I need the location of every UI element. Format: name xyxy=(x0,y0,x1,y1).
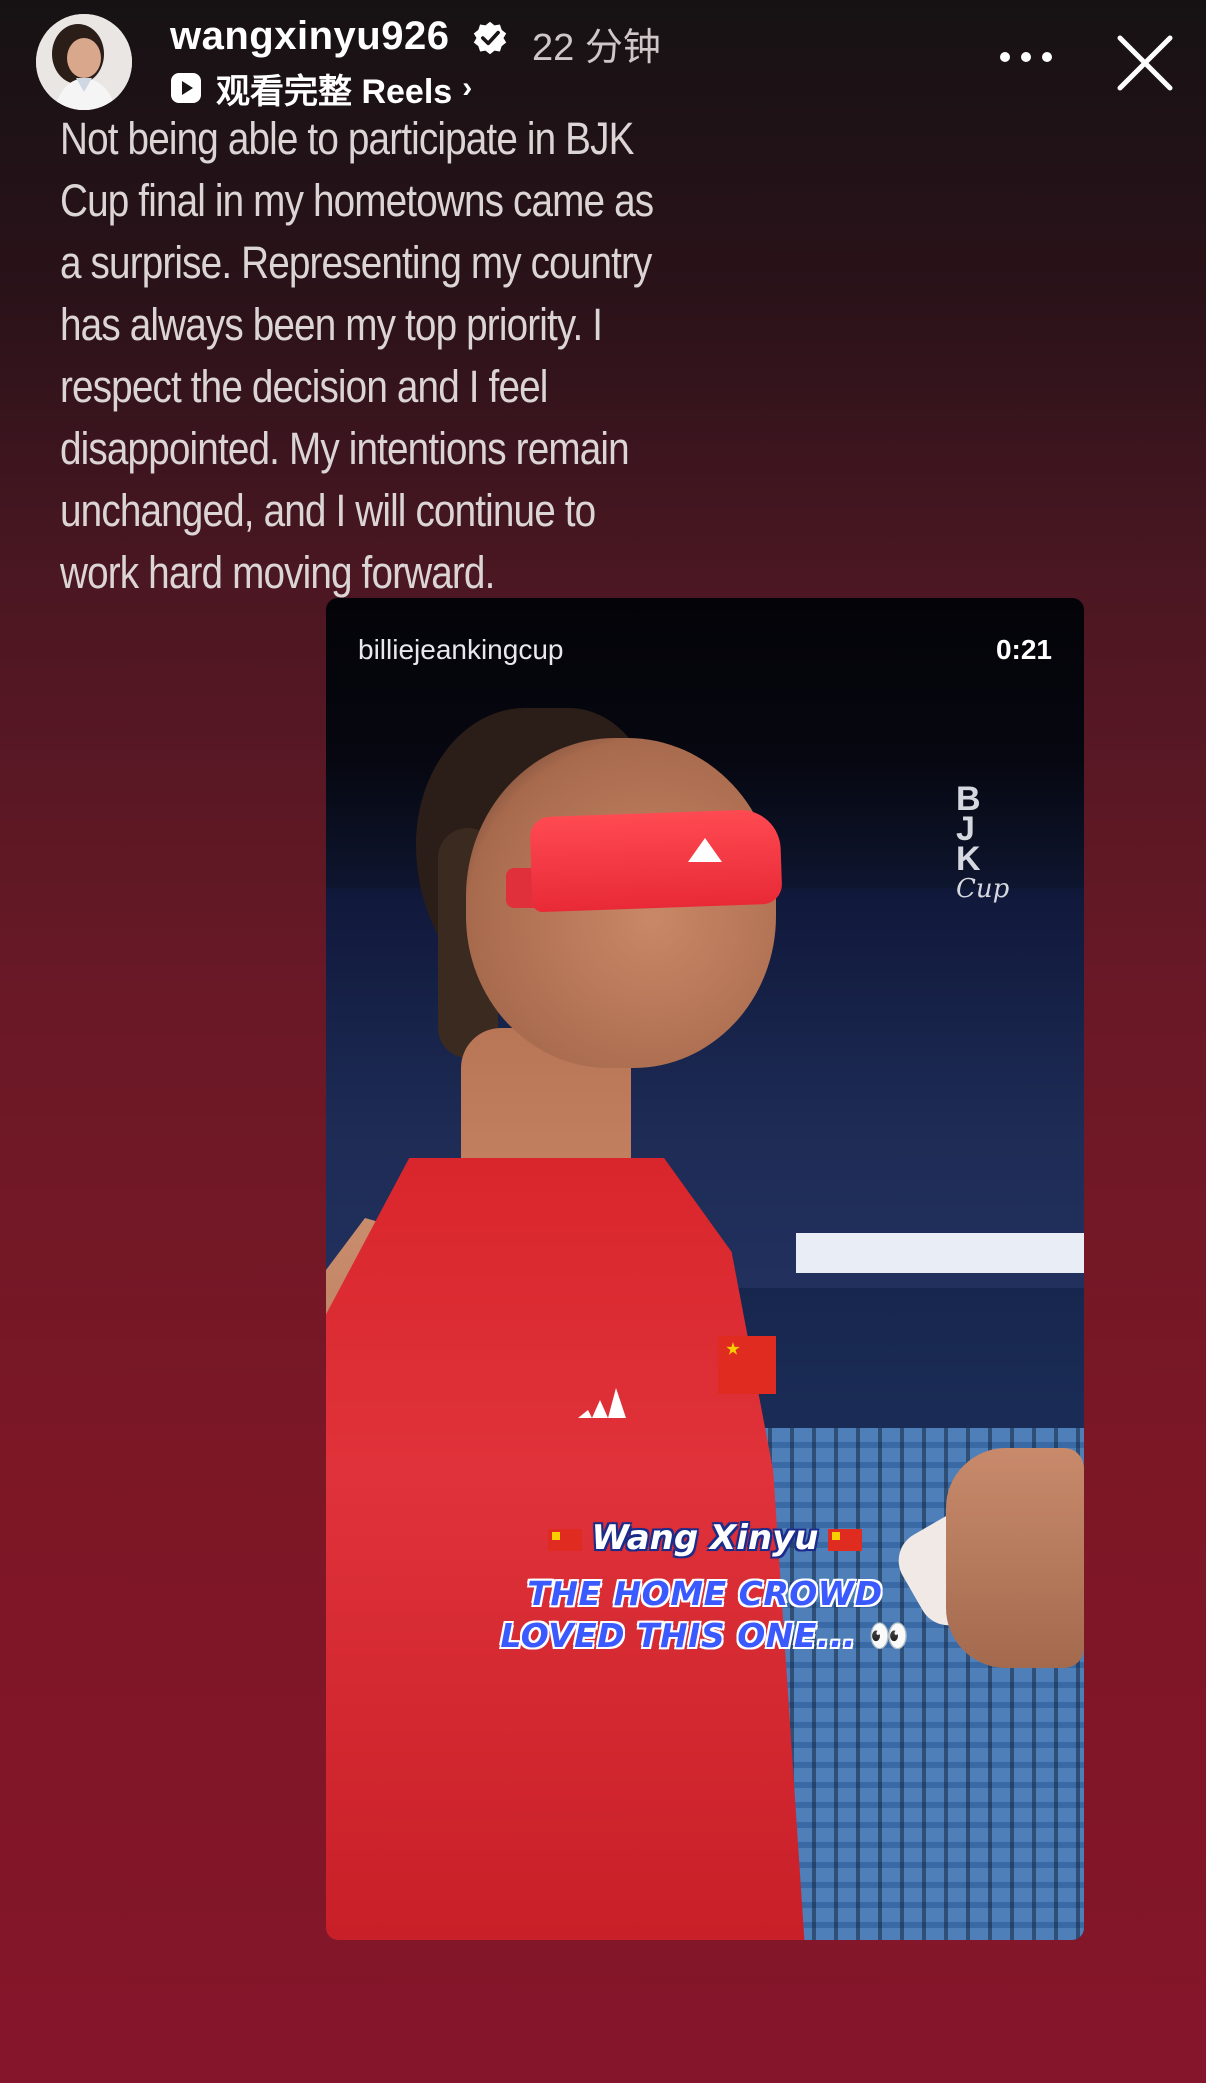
avatar[interactable] xyxy=(36,14,132,110)
more-icon-dot xyxy=(1042,52,1052,62)
verified-icon xyxy=(473,21,507,55)
adidas-logo-icon xyxy=(578,1388,626,1418)
video-account-name[interactable]: billiejeankingcup xyxy=(358,634,563,666)
story-header: wangxinyu926 22 分钟 观看完整 Reels › xyxy=(0,0,1206,120)
bjk-cup-script: Cup xyxy=(956,874,1010,904)
china-flag-icon xyxy=(718,1336,776,1394)
video-duration: 0:21 xyxy=(995,634,1052,665)
chevron-right-icon: › xyxy=(462,71,473,104)
caption-name-text: Wang Xinyu xyxy=(591,1518,819,1558)
post-time: 22 分钟 xyxy=(532,27,661,69)
caption-line-2-text: LOVED THIS ONE... xyxy=(500,1616,857,1655)
video-net xyxy=(796,1233,1084,1273)
caption-line-1: THE HOME CROWD xyxy=(527,1574,883,1613)
shared-video-card[interactable]: B J K Cup billiejeankingcup 0:21 Wang Xi… xyxy=(326,598,1084,1940)
more-icon-dot xyxy=(1021,52,1031,62)
username[interactable]: wangxinyu926 xyxy=(170,14,449,59)
watch-reels-link[interactable]: 观看完整 Reels › xyxy=(170,66,473,111)
watch-reels-label: 观看完整 Reels xyxy=(216,72,453,111)
reels-icon xyxy=(171,73,201,103)
caption-line-2: LOVED THIS ONE... 👀 xyxy=(326,1616,1084,1656)
more-icon xyxy=(1000,52,1010,62)
china-flag-icon xyxy=(828,1528,863,1551)
player-visor xyxy=(529,808,783,913)
more-options-button[interactable] xyxy=(998,46,1054,70)
bjk-letter-k: K xyxy=(956,840,981,878)
story-text: Not being able to participate in BJK Cup… xyxy=(60,113,654,598)
china-flag-icon xyxy=(547,1528,582,1551)
caption-player-name: Wang Xinyu xyxy=(326,1518,1084,1558)
bjk-cup-logo: B J K Cup xyxy=(956,782,1026,904)
eyes-emoji-icon: 👀 xyxy=(868,1616,910,1655)
close-icon[interactable] xyxy=(1114,32,1176,94)
